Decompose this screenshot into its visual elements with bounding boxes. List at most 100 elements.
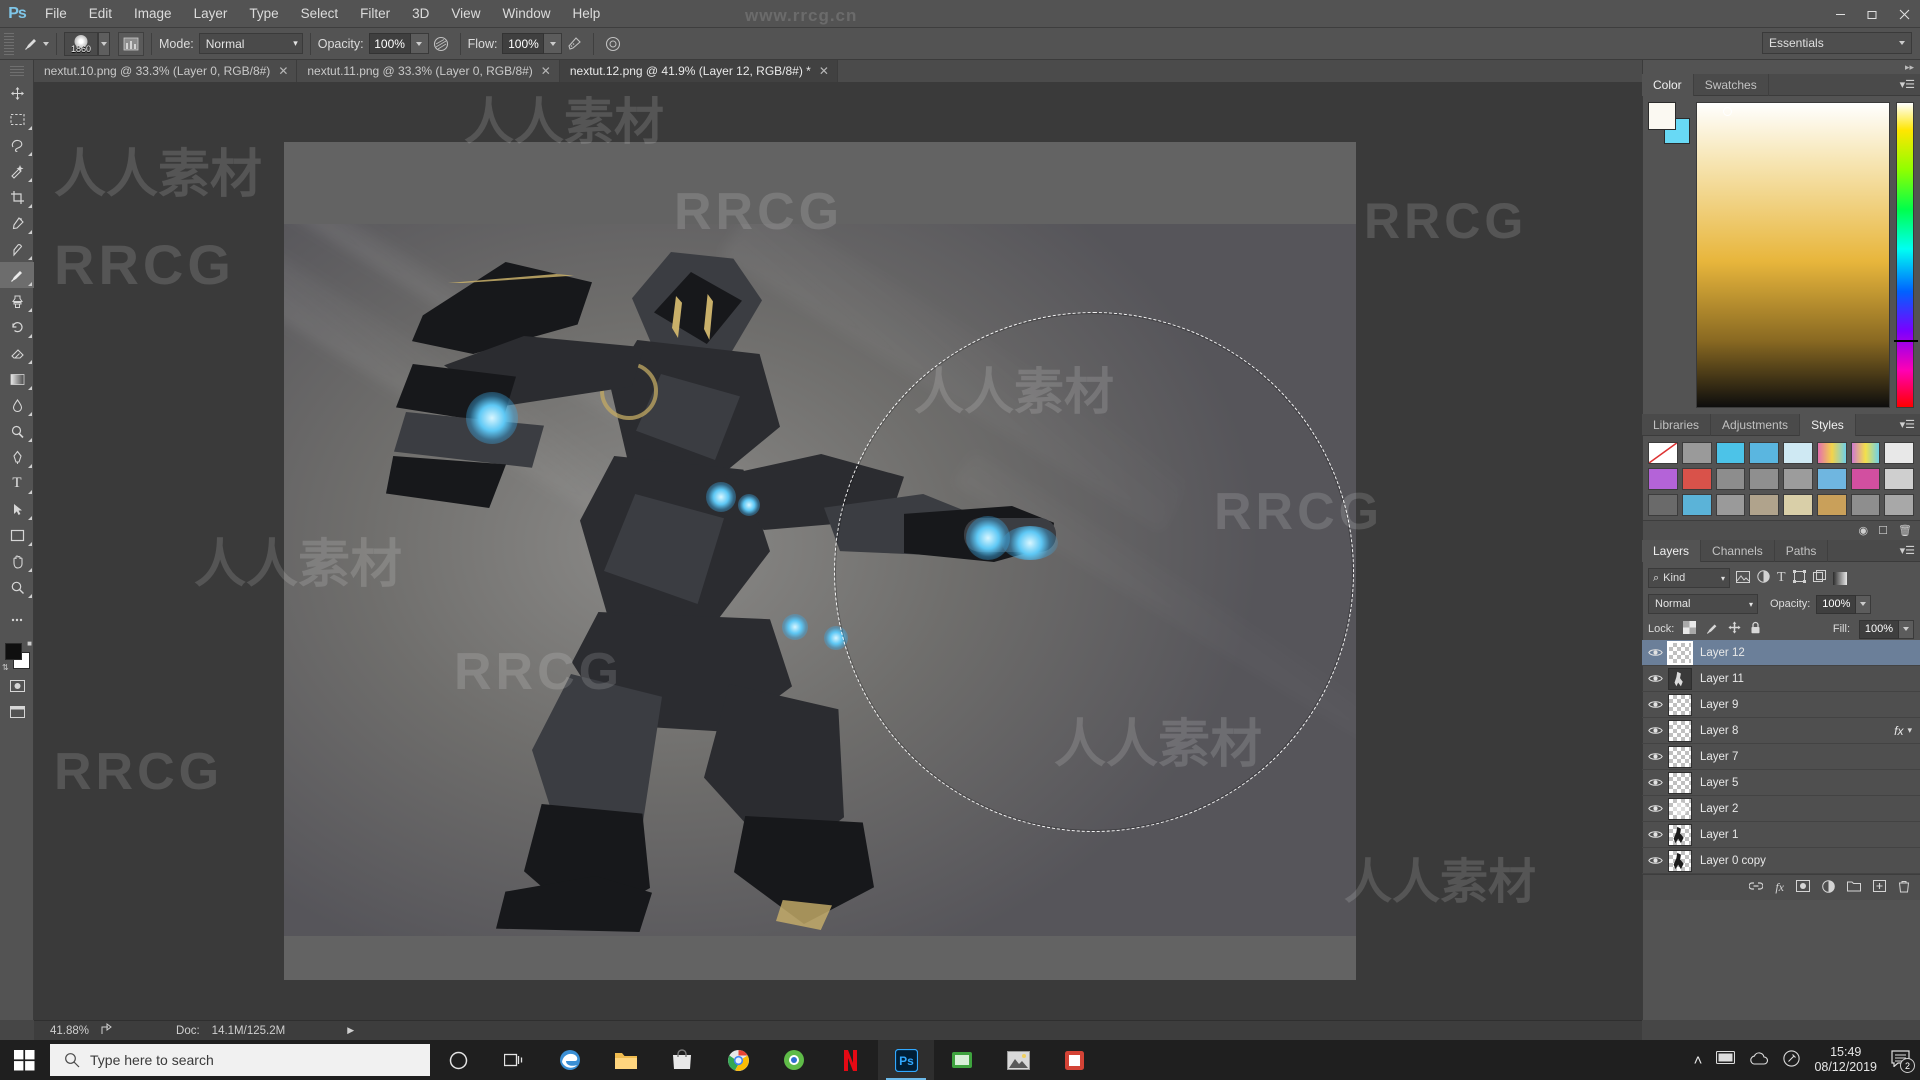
tool-blur[interactable] — [0, 392, 34, 418]
menu-layer[interactable]: Layer — [183, 0, 239, 28]
tool-quick-selection[interactable] — [0, 158, 34, 184]
layer-visibility-icon[interactable] — [1642, 640, 1668, 666]
browser-button[interactable] — [766, 1040, 822, 1080]
layer-visibility-icon[interactable] — [1642, 796, 1668, 822]
new-style-icon[interactable]: ☐ — [1878, 524, 1888, 537]
layer-fill-chevron[interactable] — [1899, 619, 1914, 639]
menu-3d[interactable]: 3D — [401, 0, 440, 28]
style-swatch[interactable] — [1749, 468, 1779, 490]
tab-styles[interactable]: Styles — [1800, 413, 1856, 436]
brush-preset-chevron-icon[interactable] — [43, 41, 49, 46]
layer-style-icon[interactable]: fx — [1775, 880, 1784, 895]
layer-visibility-icon[interactable] — [1642, 848, 1668, 874]
close-icon[interactable]: ✕ — [278, 64, 288, 78]
tool-rectangle[interactable] — [0, 522, 34, 548]
app-button[interactable] — [1046, 1040, 1102, 1080]
color-field[interactable] — [1696, 102, 1890, 408]
layer-name[interactable]: Layer 7 — [1700, 751, 1920, 763]
layer-name[interactable]: Layer 12 — [1700, 647, 1920, 659]
flow-value[interactable]: 100% — [502, 33, 545, 54]
layer-effects-chevron-icon[interactable]: ▾ — [1907, 725, 1912, 736]
screen-mode-toggle[interactable] — [0, 699, 34, 725]
hue-slider[interactable] — [1894, 102, 1918, 408]
close-icon[interactable]: ✕ — [819, 64, 829, 78]
clear-style-icon[interactable]: ◉ — [1859, 524, 1869, 537]
style-swatch[interactable] — [1715, 468, 1746, 490]
style-swatch[interactable] — [1850, 468, 1881, 490]
cortana-button[interactable] — [430, 1040, 486, 1080]
close-button[interactable] — [1888, 0, 1920, 28]
photoshop-button[interactable]: Ps — [878, 1040, 934, 1080]
netflix-button[interactable] — [822, 1040, 878, 1080]
opacity-chevron[interactable] — [410, 33, 429, 54]
layer-visibility-icon[interactable] — [1642, 692, 1668, 718]
layer-mask-icon[interactable] — [1796, 880, 1810, 895]
color-panel-foreground-swatch[interactable] — [1648, 102, 1676, 130]
layer-name[interactable]: Layer 5 — [1700, 777, 1920, 789]
layer-thumbnail[interactable] — [1667, 640, 1693, 665]
style-swatch[interactable] — [1884, 494, 1914, 516]
tool-brush[interactable] — [0, 262, 34, 288]
tab-color[interactable]: Color — [1642, 73, 1694, 96]
cloud-icon[interactable] — [1749, 1051, 1769, 1069]
style-swatch[interactable] — [1783, 494, 1813, 516]
brush-settings-panel-button[interactable] — [118, 31, 144, 56]
document-tab-2[interactable]: nextut.11.png @ 33.3% (Layer 0, RGB/8#) … — [297, 60, 560, 82]
menu-type[interactable]: Type — [238, 0, 289, 28]
flow-control[interactable]: 100% — [502, 33, 563, 54]
tab-channels[interactable]: Channels — [1701, 539, 1775, 562]
canvas-workspace[interactable]: 人人素材 RRCG 人人素材 RRCG 人人素材 RRCG 人人素材 RRCG … — [34, 82, 1642, 1020]
layer-fill-value[interactable]: 100% — [1859, 619, 1899, 639]
tool-crop[interactable] — [0, 184, 34, 210]
new-layer-icon[interactable] — [1873, 880, 1886, 895]
style-swatch[interactable] — [1648, 494, 1678, 516]
layer-filter-toggle[interactable] — [1832, 571, 1847, 585]
lock-all-icon[interactable] — [1750, 621, 1761, 637]
tab-paths[interactable]: Paths — [1775, 539, 1829, 562]
elliptical-selection-marquee[interactable] — [834, 312, 1354, 832]
image-filter-icon[interactable] — [1736, 570, 1750, 586]
layer-name[interactable]: Layer 0 copy — [1700, 855, 1920, 867]
layer-name[interactable]: Layer 9 — [1700, 699, 1920, 711]
color-swatches[interactable]: ■ ⇅ — [0, 639, 34, 673]
current-tool-preview[interactable] — [20, 34, 49, 54]
tool-horizontal-type[interactable]: T — [0, 470, 34, 496]
style-swatch[interactable] — [1749, 494, 1779, 516]
lock-transparent-pixels-icon[interactable] — [1683, 621, 1697, 637]
start-button[interactable] — [0, 1040, 48, 1080]
tab-layers[interactable]: Layers — [1642, 539, 1702, 562]
styles-swatch-grid[interactable] — [1642, 436, 1920, 520]
style-swatch[interactable] — [1715, 494, 1746, 516]
zoom-level[interactable]: 41.88% — [50, 1025, 89, 1037]
microsoft-store-button[interactable] — [654, 1040, 710, 1080]
share-icon[interactable] — [101, 1023, 114, 1038]
tool-gradient[interactable] — [0, 366, 34, 392]
style-swatch[interactable] — [1783, 442, 1813, 464]
style-swatch[interactable] — [1884, 468, 1914, 490]
opacity-pressure-button[interactable] — [429, 32, 453, 56]
menu-select[interactable]: Select — [290, 0, 350, 28]
tool-edit-toolbar[interactable] — [0, 607, 34, 633]
flow-chevron[interactable] — [544, 33, 563, 54]
lock-position-icon[interactable] — [1728, 621, 1741, 637]
layer-fill-control[interactable]: 100% — [1859, 619, 1914, 639]
airbrush-button[interactable] — [562, 32, 586, 56]
default-colors-icon[interactable]: ■ — [27, 639, 32, 648]
notification-center-button[interactable]: 2 — [1891, 1050, 1915, 1073]
layer-opacity-value[interactable]: 100% — [1816, 594, 1857, 614]
opacity-control[interactable]: 100% — [368, 33, 429, 54]
style-swatch[interactable] — [1783, 468, 1813, 490]
layer-thumbnail[interactable] — [1668, 745, 1692, 768]
layer-visibility-icon[interactable] — [1642, 718, 1668, 744]
style-swatch[interactable] — [1681, 442, 1712, 464]
tool-clone-stamp[interactable] — [0, 288, 34, 314]
dock-collapse-row[interactable]: ▸▸ — [1642, 60, 1920, 74]
color-panel-swatches[interactable] — [1648, 102, 1690, 144]
layer-thumbnail[interactable] — [1668, 719, 1692, 742]
menu-edit[interactable]: Edit — [78, 0, 123, 28]
shape-filter-icon[interactable] — [1792, 570, 1806, 586]
layer-blend-mode-select[interactable]: Normal ▾ — [1648, 594, 1758, 614]
toolbox-grip[interactable] — [9, 66, 24, 76]
table-row[interactable]: Layer 2 — [1642, 796, 1920, 822]
menu-window[interactable]: Window — [491, 0, 561, 28]
